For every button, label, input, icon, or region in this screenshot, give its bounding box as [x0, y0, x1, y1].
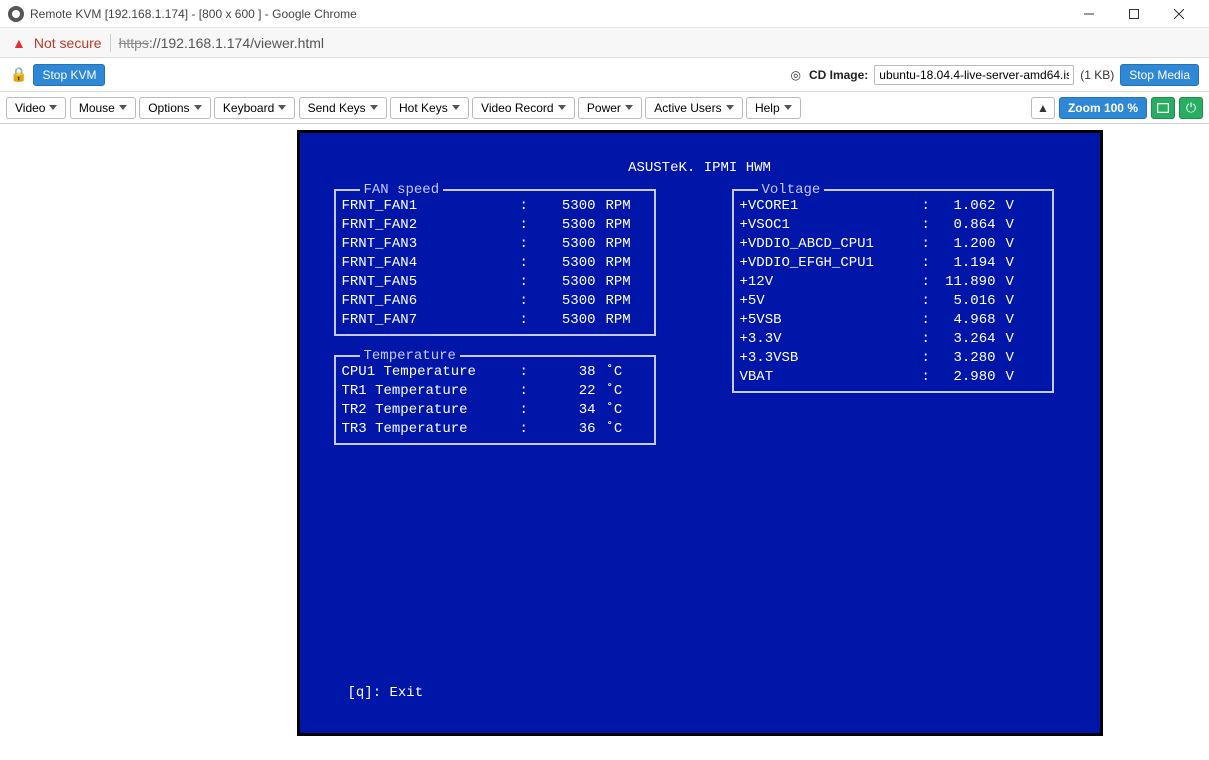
data-row: VBAT:2.980V: [740, 368, 1046, 387]
menu-options[interactable]: Options: [139, 97, 210, 119]
data-row: +3.3VSB:3.280V: [740, 349, 1046, 368]
kvm-toolbar-primary: 🔒 Stop KVM ◎ CD Image: (1 KB) Stop Media: [0, 58, 1209, 92]
chevron-down-icon: [49, 105, 57, 110]
data-row: TR3 Temperature:36˚C: [342, 420, 648, 439]
url-display[interactable]: https://192.168.1.174/viewer.html: [119, 35, 324, 51]
fullscreen-button[interactable]: [1151, 97, 1175, 119]
data-row: FRNT_FAN6:5300RPM: [342, 292, 648, 311]
stop-media-button[interactable]: Stop Media: [1120, 64, 1199, 86]
lock-icon: 🔒: [10, 66, 27, 83]
menu-video[interactable]: Video: [6, 97, 66, 119]
power-button[interactable]: ⏻: [1179, 97, 1203, 119]
alert-indicator-icon[interactable]: ▲: [1031, 97, 1055, 119]
chevron-down-icon: [558, 105, 566, 110]
data-row: +3.3V:3.264V: [740, 330, 1046, 349]
warning-icon: ▲: [12, 35, 26, 51]
menu-mouse[interactable]: Mouse: [70, 97, 136, 119]
data-row: +VDDIO_ABCD_CPU1:1.200V: [740, 235, 1046, 254]
menu-help[interactable]: Help: [746, 97, 801, 119]
cd-image-label: CD Image:: [809, 68, 868, 82]
kvm-screen[interactable]: ASUSTeK. IPMI HWM FAN speed FRNT_FAN1:53…: [300, 133, 1100, 733]
cd-image-icon: ◎: [790, 68, 800, 82]
chevron-down-icon: [726, 105, 734, 110]
menu-power[interactable]: Power: [578, 97, 642, 119]
voltage-panel: Voltage +VCORE1:1.062V+VSOC1:0.864V+VDDI…: [732, 189, 1054, 393]
kvm-toolbar-menus: Video Mouse Options Keyboard Send Keys H…: [0, 92, 1209, 124]
menu-hot-keys[interactable]: Hot Keys: [390, 97, 469, 119]
chevron-down-icon: [625, 105, 633, 110]
kvm-viewport: ASUSTeK. IPMI HWM FAN speed FRNT_FAN1:53…: [0, 124, 1209, 742]
menu-active-users[interactable]: Active Users: [645, 97, 742, 119]
chevron-down-icon: [194, 105, 202, 110]
maximize-button[interactable]: [1111, 0, 1156, 28]
close-button[interactable]: [1156, 0, 1201, 28]
data-row: +VSOC1:0.864V: [740, 216, 1046, 235]
zoom-button[interactable]: Zoom 100 %: [1059, 97, 1147, 119]
data-row: TR2 Temperature:34˚C: [342, 401, 648, 420]
data-row: +VDDIO_EFGH_CPU1:1.194V: [740, 254, 1046, 273]
data-row: FRNT_FAN5:5300RPM: [342, 273, 648, 292]
data-row: FRNT_FAN4:5300RPM: [342, 254, 648, 273]
url-path: ://192.168.1.174/viewer.html: [149, 35, 324, 51]
kvm-frame-border: ASUSTeK. IPMI HWM FAN speed FRNT_FAN1:53…: [297, 130, 1103, 736]
chevron-down-icon: [278, 105, 286, 110]
temp-legend: Temperature: [360, 347, 460, 366]
cd-image-input[interactable]: [874, 65, 1074, 85]
data-row: FRNT_FAN3:5300RPM: [342, 235, 648, 254]
chrome-app-icon: [8, 6, 24, 22]
data-row: TR1 Temperature:22˚C: [342, 382, 648, 401]
data-row: FRNT_FAN2:5300RPM: [342, 216, 648, 235]
url-protocol: https: [119, 35, 149, 51]
fan-speed-panel: FAN speed FRNT_FAN1:5300RPMFRNT_FAN2:530…: [334, 189, 656, 336]
stop-kvm-button[interactable]: Stop KVM: [33, 64, 105, 86]
data-row: +5VSB:4.968V: [740, 311, 1046, 330]
window-controls: [1066, 0, 1201, 28]
titlebar: Remote KVM [192.168.1.174] - [800 x 600 …: [0, 0, 1209, 28]
volt-legend: Voltage: [758, 181, 825, 200]
data-row: +5V:5.016V: [740, 292, 1046, 311]
chevron-down-icon: [370, 105, 378, 110]
window-title: Remote KVM [192.168.1.174] - [800 x 600 …: [30, 7, 357, 21]
chevron-down-icon: [784, 105, 792, 110]
menu-keyboard[interactable]: Keyboard: [214, 97, 295, 119]
data-row: +12V:11.890V: [740, 273, 1046, 292]
minimize-button[interactable]: [1066, 0, 1111, 28]
fan-legend: FAN speed: [360, 181, 444, 200]
chevron-down-icon: [119, 105, 127, 110]
temperature-panel: Temperature CPU1 Temperature:38˚CTR1 Tem…: [334, 355, 656, 445]
address-bar: ▲ Not secure https://192.168.1.174/viewe…: [0, 28, 1209, 58]
divider: [110, 34, 111, 52]
exit-hint: [q]: Exit: [348, 684, 424, 703]
cd-image-size: (1 KB): [1080, 68, 1114, 82]
data-row: FRNT_FAN7:5300RPM: [342, 311, 648, 330]
menu-send-keys[interactable]: Send Keys: [299, 97, 387, 119]
not-secure-label[interactable]: Not secure: [34, 35, 102, 51]
ipmi-title: ASUSTeK. IPMI HWM: [300, 159, 1100, 178]
chevron-down-icon: [452, 105, 460, 110]
menu-video-record[interactable]: Video Record: [472, 97, 575, 119]
